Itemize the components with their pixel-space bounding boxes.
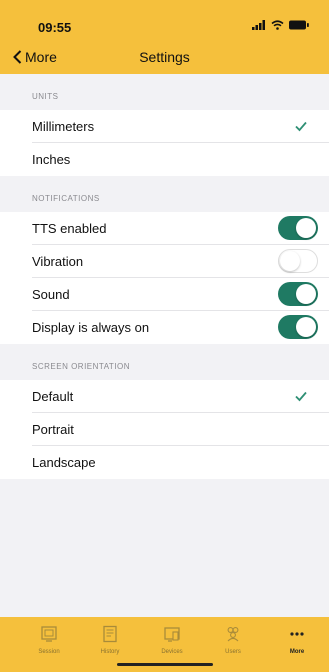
toggle-knob xyxy=(296,284,316,304)
sound-toggle[interactable] xyxy=(278,282,318,306)
session-icon xyxy=(41,626,57,642)
signal-icon xyxy=(252,20,265,30)
row-millimeters[interactable]: Millimeters xyxy=(0,110,329,143)
tab-label: Session xyxy=(38,649,60,655)
page-title: Settings xyxy=(139,49,190,65)
row-label: Millimeters xyxy=(32,119,95,134)
tab-more[interactable]: More xyxy=(272,625,322,655)
wifi-icon xyxy=(271,20,284,30)
more-icon xyxy=(290,632,304,636)
tab-label: Users xyxy=(225,649,241,655)
row-landscape[interactable]: Landscape xyxy=(0,446,329,479)
tab-label: Devices xyxy=(161,649,183,655)
row-label: Portrait xyxy=(32,422,74,437)
row-label: TTS enabled xyxy=(32,221,107,236)
tab-label: More xyxy=(289,649,305,655)
row-label: Inches xyxy=(32,152,71,167)
devices-icon xyxy=(164,627,180,642)
section-header-units: UNITS xyxy=(32,92,59,101)
checkmark-icon xyxy=(295,121,307,132)
status-bar: 09:55 xyxy=(0,0,329,38)
row-label: Landscape xyxy=(32,455,96,470)
status-time: 09:55 xyxy=(38,20,72,35)
navigation-bar: More Settings xyxy=(0,38,329,74)
row-portrait[interactable]: Portrait xyxy=(0,413,329,446)
toggle-knob xyxy=(296,218,316,238)
tab-users[interactable]: Users xyxy=(208,625,258,655)
display-always-on-toggle[interactable] xyxy=(278,315,318,339)
row-default[interactable]: Default xyxy=(0,380,329,413)
tab-label: History xyxy=(100,649,120,655)
section-header-notifications: NOTIFICATIONS xyxy=(32,194,100,203)
users-icon xyxy=(227,627,239,642)
home-indicator xyxy=(117,663,213,666)
tab-history[interactable]: History xyxy=(85,625,135,655)
tab-session[interactable]: Session xyxy=(24,625,74,655)
tab-devices[interactable]: Devices xyxy=(147,625,197,655)
tab-bar: Session History Devices Users More xyxy=(0,617,329,672)
row-label: Display is always on xyxy=(32,320,150,335)
row-label: Vibration xyxy=(32,254,84,269)
history-icon xyxy=(103,625,117,643)
row-inches[interactable]: Inches xyxy=(0,143,329,176)
toggle-knob xyxy=(296,317,316,337)
settings-list: UNITS Millimeters Inches NOTIFICATIONS T… xyxy=(0,74,329,479)
row-label: Sound xyxy=(32,287,70,302)
section-header-screen-orientation: SCREEN ORIENTATION xyxy=(32,362,131,371)
vibration-toggle[interactable] xyxy=(278,249,318,273)
row-tts-enabled: TTS enabled xyxy=(0,212,329,245)
checkmark-icon xyxy=(295,391,307,402)
row-label: Default xyxy=(32,389,74,404)
row-vibration: Vibration xyxy=(0,245,329,278)
row-display-always-on: Display is always on xyxy=(0,311,329,344)
status-icons xyxy=(252,20,309,30)
toggle-knob xyxy=(280,251,300,271)
battery-icon xyxy=(289,20,309,30)
tts-toggle[interactable] xyxy=(278,216,318,240)
row-sound: Sound xyxy=(0,278,329,311)
